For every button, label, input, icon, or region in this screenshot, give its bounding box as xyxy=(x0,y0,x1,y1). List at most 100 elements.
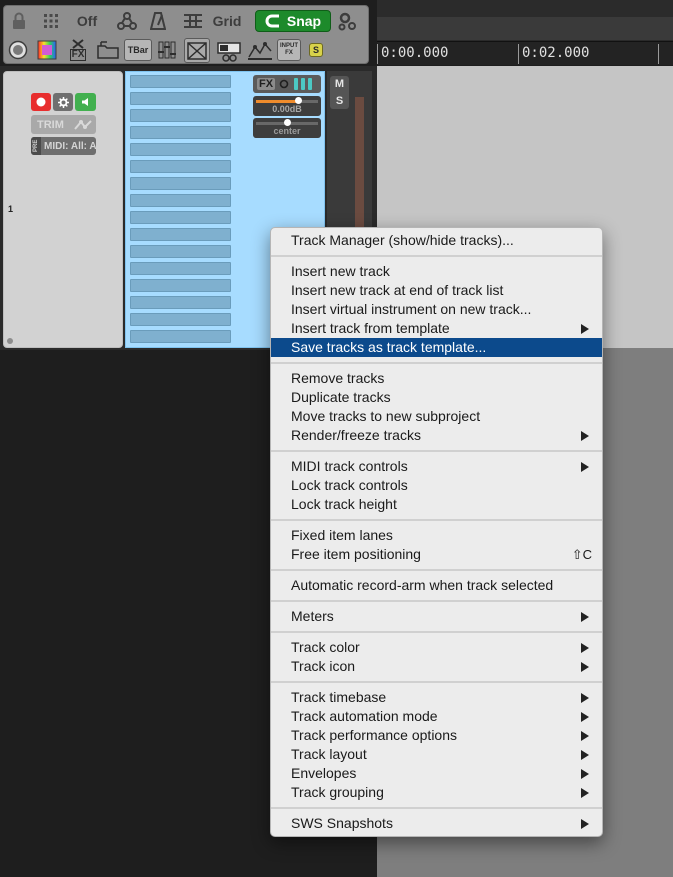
menu-item[interactable]: Remove tracks xyxy=(271,369,602,388)
menu-item[interactable]: Track icon xyxy=(271,657,602,676)
fx-bypass-icon[interactable]: FX xyxy=(66,37,90,63)
volume-slider-track[interactable] xyxy=(256,97,318,104)
pan-slider-knob[interactable] xyxy=(283,119,291,126)
menu-item[interactable]: Track performance options xyxy=(271,726,602,745)
menu-item[interactable]: Track automation mode xyxy=(271,707,602,726)
track-name-lane[interactable] xyxy=(130,160,231,173)
color-picker-icon[interactable] xyxy=(36,39,58,61)
menu-item[interactable]: Fixed item lanes xyxy=(271,526,602,545)
track-name-lane[interactable] xyxy=(130,126,231,139)
menu-item[interactable]: Insert virtual instrument on new track..… xyxy=(271,300,602,319)
mixer-icon[interactable] xyxy=(156,39,178,61)
resize-dot[interactable] xyxy=(7,338,13,344)
automation-mode-button[interactable]: TRIM xyxy=(31,115,96,134)
menu-separator xyxy=(271,514,602,526)
track-name-lane[interactable] xyxy=(130,330,231,343)
record-mode-icon[interactable] xyxy=(7,39,29,61)
menu-item-label: Save tracks as track template... xyxy=(291,339,487,355)
ruler-region-strip[interactable] xyxy=(377,17,673,41)
fx-chain-button[interactable]: FX xyxy=(253,75,321,93)
input-fx-button[interactable]: INPUT FX xyxy=(277,39,301,61)
group-link-icon[interactable] xyxy=(116,11,138,31)
menu-separator xyxy=(271,357,602,369)
volume-fader[interactable]: 0.00dB xyxy=(253,96,321,116)
menu-separator xyxy=(271,595,602,607)
menu-item[interactable]: Track color xyxy=(271,638,602,657)
envelope-icon xyxy=(74,119,92,130)
menu-item[interactable]: Free item positioning ⇧C xyxy=(271,545,602,564)
menu-item-label: Lock track height xyxy=(291,496,397,512)
menu-item[interactable]: Insert new track xyxy=(271,262,602,281)
menu-item[interactable]: Insert new track at end of track list xyxy=(271,281,602,300)
menu-item[interactable]: Meters xyxy=(271,607,602,626)
track-name-lane[interactable] xyxy=(130,296,231,309)
monitor-button[interactable] xyxy=(75,93,96,111)
track-name-lane[interactable] xyxy=(130,245,231,258)
menu-item[interactable]: Automatic record-arm when track selected xyxy=(271,576,602,595)
gears-icon[interactable] xyxy=(336,9,360,33)
track-name-lane[interactable] xyxy=(130,143,231,156)
arrange-top-bar xyxy=(377,0,673,17)
track-name-lane[interactable] xyxy=(130,262,231,275)
metronome-icon[interactable] xyxy=(148,11,168,31)
track-name-lane[interactable] xyxy=(130,211,231,224)
menu-item[interactable]: SWS Snapshots xyxy=(271,814,602,833)
menu-item[interactable]: Envelopes xyxy=(271,764,602,783)
track-name-lane[interactable] xyxy=(130,228,231,241)
razor-edit-icon[interactable] xyxy=(216,38,242,63)
mute-solo-buttons[interactable]: M S xyxy=(330,76,349,109)
track-name-lane[interactable] xyxy=(130,92,231,105)
menu-item-label: Fixed item lanes xyxy=(291,527,393,543)
grid-dots-icon[interactable] xyxy=(41,11,61,31)
mute-button[interactable]: M xyxy=(335,78,344,90)
track-name-lane[interactable] xyxy=(130,75,231,88)
snap-button[interactable]: Snap xyxy=(255,10,331,32)
folder-icon[interactable] xyxy=(96,39,120,61)
timeline-ruler[interactable]: 0:00.000 0:02.000 xyxy=(377,41,673,65)
track-name-lane[interactable] xyxy=(130,279,231,292)
menu-separator xyxy=(271,802,602,814)
menu-item-label: Track performance options xyxy=(291,727,457,743)
menu-item[interactable]: Track layout xyxy=(271,745,602,764)
tbar-button[interactable]: TBar xyxy=(124,39,152,61)
pan-value: center xyxy=(273,126,301,136)
menu-item[interactable]: Track grouping xyxy=(271,783,602,802)
menu-item-label: Meters xyxy=(291,608,334,624)
midi-input-select[interactable]: PRE MIDI: All: A xyxy=(31,137,96,155)
record-arm-button[interactable] xyxy=(31,93,51,111)
menu-item[interactable]: Duplicate tracks xyxy=(271,388,602,407)
solo-button[interactable]: S xyxy=(336,95,343,107)
midi-input-label: MIDI: All: A xyxy=(44,140,96,152)
track-name-lane[interactable] xyxy=(130,109,231,122)
submenu-arrow-icon xyxy=(581,819,589,829)
fx-meter-icon xyxy=(294,78,313,90)
grid-label[interactable]: Grid xyxy=(207,11,247,31)
input-fx-line2: FX xyxy=(285,50,293,56)
menu-item[interactable]: Insert track from template xyxy=(271,319,602,338)
gear-icon xyxy=(57,96,69,108)
lock-icon[interactable] xyxy=(9,11,29,31)
track-name-lane[interactable] xyxy=(130,194,231,207)
ripple-off-label[interactable]: Off xyxy=(72,11,102,31)
grid-lines-icon[interactable] xyxy=(183,11,203,31)
sws-button[interactable]: S xyxy=(309,43,323,57)
menu-item[interactable]: Render/freeze tracks xyxy=(271,426,602,445)
volume-slider-knob[interactable] xyxy=(294,97,302,104)
submenu-arrow-icon xyxy=(581,712,589,722)
menu-item[interactable]: Save tracks as track template... xyxy=(271,338,602,357)
track-control-left[interactable] xyxy=(3,71,123,348)
crossfade-editor-icon[interactable] xyxy=(184,38,210,63)
menu-item-label: Lock track controls xyxy=(291,477,408,493)
track-name-lane[interactable] xyxy=(130,177,231,190)
pan-fader[interactable]: center xyxy=(253,118,321,138)
menu-item[interactable]: Track timebase xyxy=(271,688,602,707)
menu-item[interactable]: MIDI track controls xyxy=(271,457,602,476)
menu-item[interactable]: Move tracks to new subproject xyxy=(271,407,602,426)
menu-item[interactable]: Lock track controls xyxy=(271,476,602,495)
menu-item[interactable]: Track Manager (show/hide tracks)... xyxy=(271,231,602,250)
envelope-points-icon[interactable] xyxy=(247,38,273,63)
track-settings-button[interactable] xyxy=(53,93,73,111)
menu-item[interactable]: Lock track height xyxy=(271,495,602,514)
track-name-lane[interactable] xyxy=(130,313,231,326)
pan-slider-track[interactable] xyxy=(256,119,318,126)
